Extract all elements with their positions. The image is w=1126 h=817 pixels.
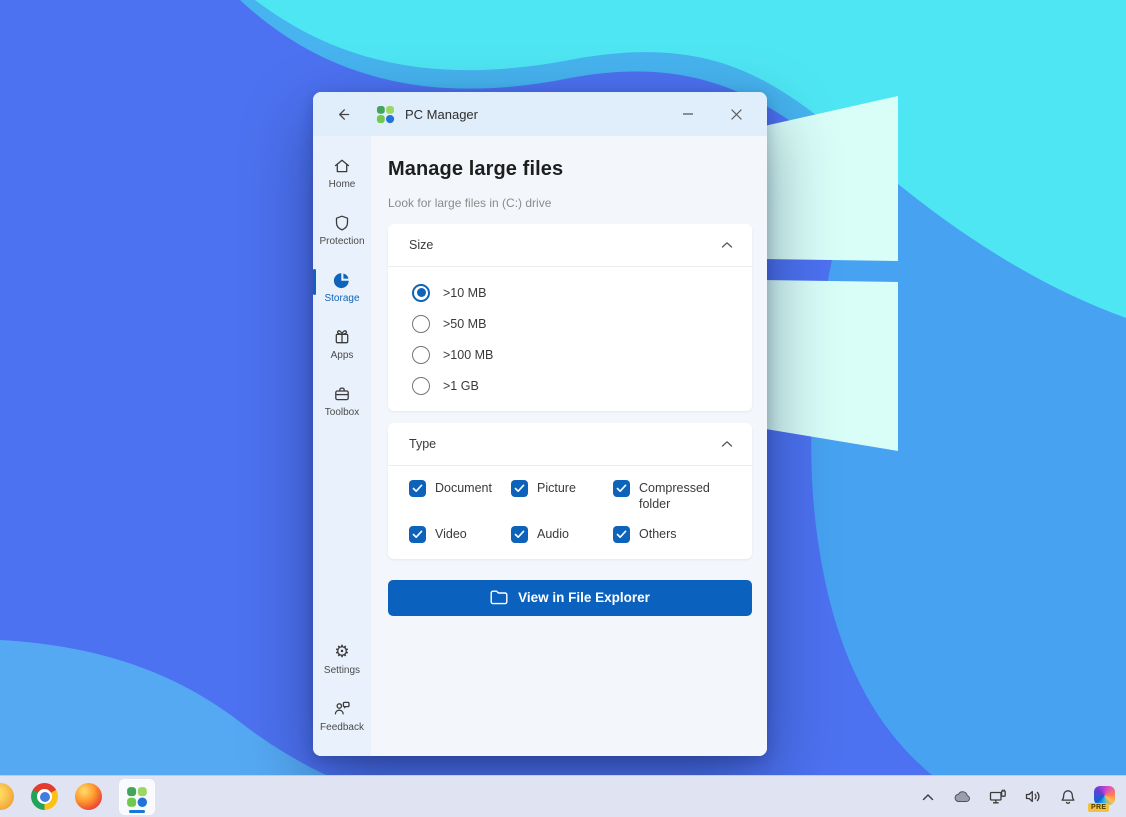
home-icon [332,156,352,176]
minimize-button[interactable] [673,99,703,129]
type-section-title: Type [409,437,437,451]
radio-option-10mb[interactable]: >10 MB [412,277,752,308]
taskbar: PRE [0,775,1126,817]
apps-gift-icon [332,327,352,347]
toolbox-icon [332,384,352,404]
checkbox-label: Audio [537,526,569,541]
sidebar-item-feedback[interactable]: Feedback [313,687,371,744]
copilot-icon [1093,785,1115,805]
running-app-indicator [129,809,145,813]
close-button[interactable] [721,99,751,129]
radio-option-100mb[interactable]: >100 MB [412,339,752,370]
onedrive-cloud-icon[interactable] [952,786,974,808]
sidebar-item-label: Feedback [320,721,364,733]
type-section-card: Type Document Picture Compressed folder … [388,423,752,559]
radio-label: >50 MB [443,316,487,331]
size-section-header[interactable]: Size [388,224,752,266]
system-tray: PRE [917,785,1116,812]
checkbox-checked[interactable] [511,480,528,497]
checkbox-option-picture[interactable]: Picture [511,480,613,513]
feedback-icon [332,699,352,719]
view-in-file-explorer-button[interactable]: View in File Explorer [388,579,752,616]
chrome-icon[interactable] [31,783,58,810]
notifications-bell-icon[interactable] [1057,786,1079,808]
copilot-pre-badge: PRE [1088,802,1110,812]
sidebar-item-toolbox[interactable]: Toolbox [313,372,371,429]
window-title: PC Manager [405,106,478,122]
pc-manager-taskbar-button[interactable] [119,778,155,815]
radio-option-50mb[interactable]: >50 MB [412,308,752,339]
copilot-button[interactable]: PRE [1088,785,1116,812]
close-icon [730,108,742,120]
minimize-icon [683,113,693,115]
network-icon[interactable] [987,786,1009,808]
sidebar-item-label: Storage [324,292,360,304]
window-body: Home Protection Storage Apps Toolbox ⚙ S… [313,136,767,756]
back-arrow-icon [338,108,349,120]
sidebar-item-label: Protection [319,235,365,247]
radio-label: >100 MB [443,347,494,362]
checkbox-label: Video [435,526,467,541]
radio[interactable] [412,314,430,333]
gear-icon: ⚙ [334,641,350,661]
sidebar-item-settings[interactable]: ⚙ Settings [313,630,371,687]
checkbox-option-video[interactable]: Video [409,525,511,543]
volume-icon[interactable] [1022,786,1044,808]
checkbox-option-document[interactable]: Document [409,480,511,513]
checkbox-checked[interactable] [409,480,426,497]
size-section-card: Size >10 MB >50 MB >100 MB >1 GB [388,224,752,411]
checkbox-label: Picture [537,481,576,495]
chevron-up-icon [721,441,733,447]
radio-label: >10 MB [443,285,487,300]
pc-manager-icon [127,786,148,807]
pc-manager-window: PC Manager Home Protection Storage Apps … [313,92,767,756]
shield-icon [332,213,352,233]
checkbox-label: Compressed folder [639,481,710,512]
size-section-title: Size [409,238,434,252]
page-subtitle: Look for large files in (C:) drive [388,196,552,210]
hidden-icons-chevron-icon[interactable] [917,786,939,808]
page-title: Manage large files [388,158,564,180]
sidebar: Home Protection Storage Apps Toolbox ⚙ S… [313,136,371,756]
sidebar-item-apps[interactable]: Apps [313,315,371,372]
taskbar-pinned-apps [0,778,155,815]
checkbox-checked[interactable] [613,525,630,543]
sidebar-item-storage[interactable]: Storage [313,258,371,315]
checkbox-option-others[interactable]: Others [613,525,738,543]
checkbox-checked[interactable] [511,525,528,543]
type-options-grid: Document Picture Compressed folder Video… [388,466,752,559]
sidebar-item-label: Toolbox [324,406,360,418]
pc-manager-logo-icon [376,105,395,124]
back-button[interactable] [331,102,355,126]
checkbox-option-compressed-folder[interactable]: Compressed folder [613,480,738,513]
size-options-list: >10 MB >50 MB >100 MB >1 GB [388,267,752,411]
sidebar-item-protection[interactable]: Protection [313,201,371,258]
checkbox-label: Document [435,481,492,495]
checkbox-checked[interactable] [409,525,426,543]
partial-app-icon[interactable] [0,783,14,810]
checkbox-label: Others [639,526,677,541]
button-label: View in File Explorer [518,590,650,605]
radio-option-1gb[interactable]: >1 GB [412,370,752,401]
checkbox-checked[interactable] [613,480,630,497]
folder-icon [490,590,508,605]
sidebar-item-label: Settings [323,664,361,676]
sidebar-item-label: Apps [330,349,354,361]
radio-label: >1 GB [443,378,479,393]
radio[interactable] [412,345,430,364]
radio-selected[interactable] [412,283,430,302]
radio[interactable] [412,376,430,395]
sidebar-item-label: Home [328,178,356,190]
main-content: Manage large files Look for large files … [371,136,767,756]
storage-pie-icon [332,270,352,290]
checkbox-option-audio[interactable]: Audio [511,525,613,543]
firefox-icon[interactable] [75,783,102,810]
titlebar[interactable]: PC Manager [313,92,767,136]
active-indicator [313,269,316,295]
sidebar-item-home[interactable]: Home [313,144,371,201]
type-section-header[interactable]: Type [388,423,752,465]
chevron-up-icon [721,242,733,248]
